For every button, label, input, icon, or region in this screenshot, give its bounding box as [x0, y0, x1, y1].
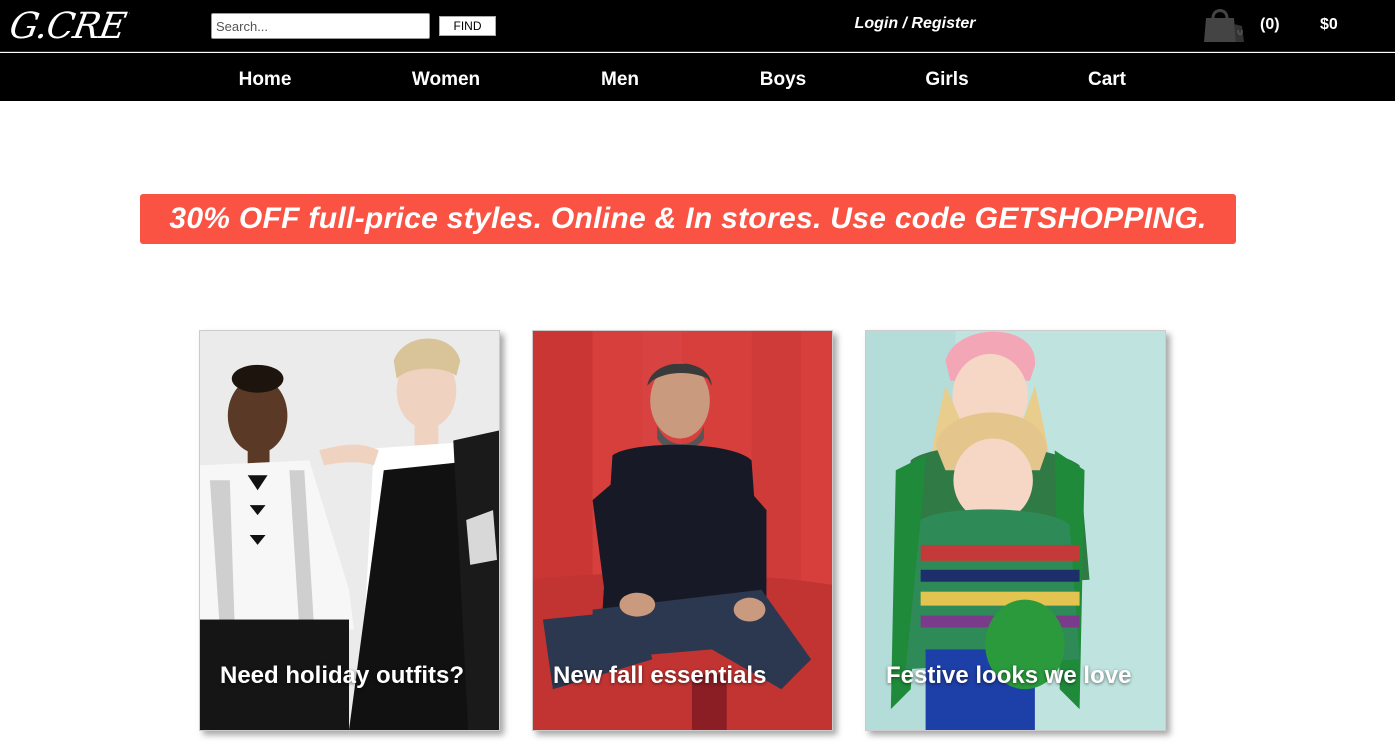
nav-item-men[interactable]: Men — [601, 69, 639, 91]
card-caption: Festive looks we love — [886, 662, 1132, 689]
nav-item-girls[interactable]: Girls — [925, 69, 968, 91]
card-caption: New fall essentials — [553, 662, 767, 689]
top-bar: G.CREW FIND Login / Register (0) $0 — [0, 0, 1395, 52]
cart-count: (0) — [1260, 16, 1280, 33]
promo-text: 30% OFF full-price styles. Online & In s… — [169, 202, 1207, 235]
nav-item-women[interactable]: Women — [412, 69, 480, 91]
card-caption: Need holiday outfits? — [220, 662, 465, 689]
nav-item-home[interactable]: Home — [239, 69, 292, 91]
card-women-holiday[interactable]: Need holiday outfits? — [199, 330, 500, 731]
promo-banner[interactable]: 30% OFF full-price styles. Online & In s… — [140, 194, 1236, 244]
card-men-fall[interactable]: New fall essentials — [532, 330, 833, 731]
logo-text: G.CREW — [10, 6, 130, 47]
nav-item-cart[interactable]: Cart — [1088, 69, 1126, 91]
search-input[interactable] — [211, 13, 430, 39]
card-kids-festive[interactable]: Festive looks we love — [865, 330, 1166, 731]
nav-item-boys[interactable]: Boys — [760, 69, 806, 91]
find-button[interactable]: FIND — [439, 16, 496, 36]
shopping-bag-icon[interactable] — [1200, 6, 1246, 44]
login-register-link[interactable]: Login / Register — [815, 15, 1015, 33]
cart-total: $0 — [1320, 16, 1338, 33]
logo[interactable]: G.CREW — [10, 5, 130, 51]
main-nav: Home Women Men Boys Girls Cart — [0, 53, 1395, 101]
